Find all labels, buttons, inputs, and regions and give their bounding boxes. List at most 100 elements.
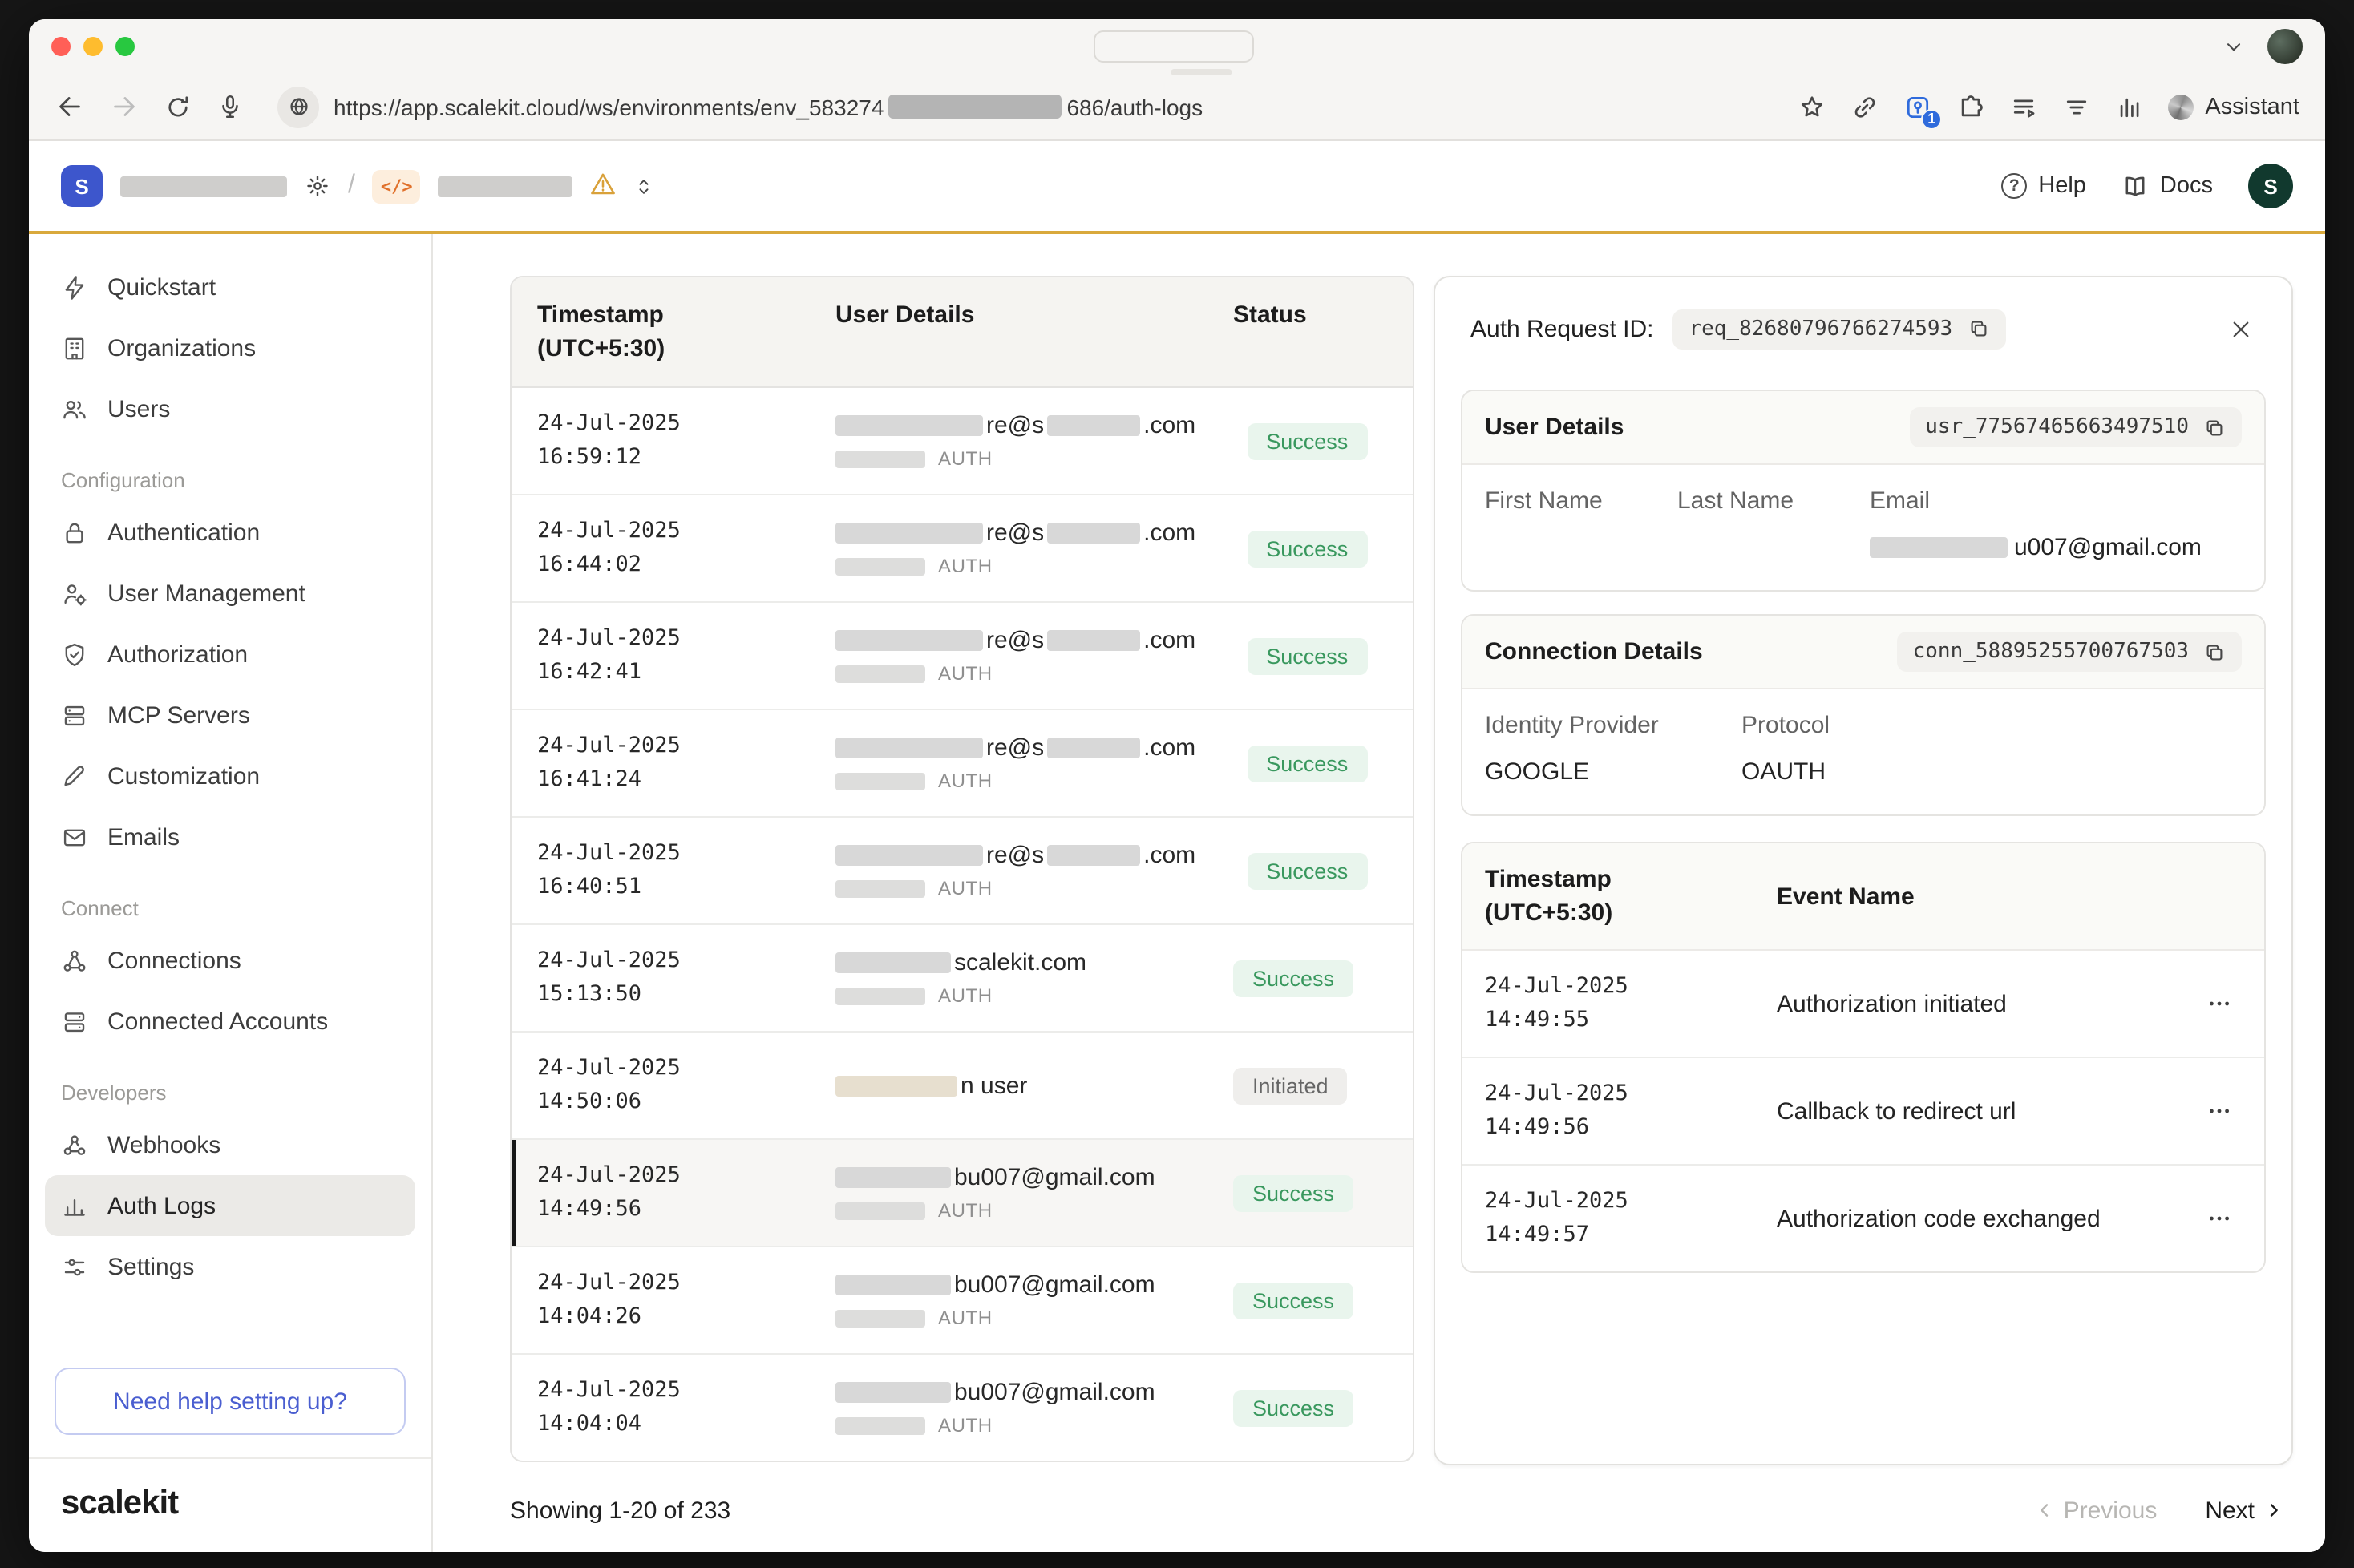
sidebar-item-authorization[interactable]: Authorization <box>45 624 415 685</box>
sidebar-item-connections[interactable]: Connections <box>45 930 415 991</box>
site-info-icon[interactable] <box>277 86 319 127</box>
connection-details-card: Connection Details conn_5889525570076750… <box>1461 614 2266 816</box>
minimize-window-button[interactable] <box>83 37 103 56</box>
email-redaction <box>835 738 983 758</box>
table-row[interactable]: 24-Jul-202516:40:51 re@s.com AUTH Succes… <box>512 818 1413 925</box>
showing-count: Showing 1-20 of 233 <box>510 1497 730 1524</box>
sidebar-item-label: Connected Accounts <box>107 1008 328 1035</box>
sidebar-item-webhooks[interactable]: Webhooks <box>45 1114 415 1175</box>
event-row[interactable]: 24-Jul-202514:49:56 Callback to redirect… <box>1462 1058 2264 1166</box>
sidebar-item-settings[interactable]: Settings <box>45 1236 415 1297</box>
microphone-icon[interactable] <box>216 93 244 120</box>
column-user-details: User Details <box>810 277 1207 386</box>
event-actions-menu-icon[interactable] <box>2197 984 2242 1023</box>
table-header: Timestamp(UTC+5:30) User Details Status <box>512 277 1413 388</box>
zoom-window-button[interactable] <box>115 37 135 56</box>
sidebar-section-configuration: Configuration <box>61 468 399 492</box>
sidebar-item-quickstart[interactable]: Quickstart <box>45 257 415 317</box>
email-redaction <box>835 1382 951 1403</box>
media-queue-icon[interactable] <box>2009 92 2038 121</box>
environment-name-redaction <box>439 176 573 196</box>
next-page-button[interactable]: Next <box>2205 1497 2283 1524</box>
status-badge: Success <box>1233 1282 1353 1319</box>
event-actions-menu-icon[interactable] <box>2197 1199 2242 1238</box>
email-redaction <box>1047 523 1140 544</box>
status-badge: Success <box>1247 745 1367 782</box>
email-redaction <box>1047 630 1140 651</box>
sidebar-item-customization[interactable]: Customization <box>45 746 415 806</box>
password-extension-icon[interactable]: 1 <box>1903 92 1932 121</box>
email-redaction <box>1047 738 1140 758</box>
sidebar-item-label: MCP Servers <box>107 701 250 729</box>
help-button[interactable]: ? Help <box>2001 173 2086 199</box>
table-row[interactable]: 24-Jul-202514:04:04 bu007@gmail.com AUTH… <box>512 1355 1413 1461</box>
close-icon[interactable] <box>2218 306 2263 351</box>
email-redaction <box>835 952 951 973</box>
assistant-button[interactable]: Assistant <box>2168 94 2299 119</box>
help-label: Help <box>2038 173 2086 199</box>
tab-outline <box>1094 30 1254 63</box>
extension-puzzle-icon[interactable] <box>1956 92 1985 121</box>
forward-icon[interactable] <box>109 91 140 122</box>
table-row[interactable]: 24-Jul-202515:13:50 scalekit.com AUTH Su… <box>512 925 1413 1033</box>
event-row[interactable]: 24-Jul-202514:49:57 Authorization code e… <box>1462 1166 2264 1271</box>
reload-icon[interactable] <box>164 92 192 121</box>
sidebar-item-authentication[interactable]: Authentication <box>45 502 415 563</box>
table-row-selected[interactable]: 24-Jul-202514:49:56 bu007@gmail.com AUTH… <box>512 1140 1413 1247</box>
user-redaction <box>835 1075 957 1096</box>
email-redaction <box>1047 845 1140 866</box>
table-row[interactable]: 24-Jul-202516:44:02 re@s.com AUTH Succes… <box>512 495 1413 603</box>
sidebar-item-user-management[interactable]: User Management <box>45 563 415 624</box>
sidebar-item-mcp-servers[interactable]: MCP Servers <box>45 685 415 746</box>
close-window-button[interactable] <box>51 37 71 56</box>
user-details-title: User Details <box>1485 414 1624 441</box>
status-badge: Success <box>1233 1389 1353 1426</box>
event-actions-menu-icon[interactable] <box>2197 1092 2242 1130</box>
user-gear-icon <box>61 580 88 607</box>
workspace-avatar[interactable]: S <box>61 165 103 207</box>
copy-link-icon[interactable] <box>1850 92 1879 121</box>
filter-lines-icon[interactable] <box>2062 92 2091 121</box>
sidebar-item-label: Quickstart <box>107 273 216 301</box>
desktop-background: https://app.scalekit.cloud/ws/environmen… <box>0 0 2354 1568</box>
table-row[interactable]: 24-Jul-202516:59:12 re@s.com AUTH Succes… <box>512 388 1413 495</box>
sidebar-item-organizations[interactable]: Organizations <box>45 317 415 378</box>
building-icon <box>61 334 88 362</box>
previous-page-button[interactable]: Previous <box>2035 1497 2158 1524</box>
sidebar-item-auth-logs[interactable]: Auth Logs <box>45 1175 415 1236</box>
bookmark-star-icon[interactable] <box>1798 92 1826 121</box>
event-row[interactable]: 24-Jul-202514:49:55 Authorization initia… <box>1462 951 2264 1058</box>
environment-switcher-chevrons-icon[interactable] <box>634 174 655 198</box>
workspace-settings-gear-icon[interactable] <box>305 173 330 199</box>
table-footer: Showing 1-20 of 233 Previous Next <box>433 1469 2325 1552</box>
user-avatar[interactable]: S <box>2248 164 2293 208</box>
docs-book-icon <box>2121 172 2149 200</box>
docs-button[interactable]: Docs <box>2121 172 2213 200</box>
histogram-icon[interactable] <box>2115 92 2144 121</box>
connection-redaction <box>835 1202 925 1219</box>
url-text[interactable]: https://app.scalekit.cloud/ws/environmen… <box>334 94 1203 119</box>
identity-provider-value: GOOGLE <box>1485 758 1741 786</box>
protocol-value: OAUTH <box>1741 758 2242 786</box>
table-row[interactable]: 24-Jul-202514:04:26 bu007@gmail.com AUTH… <box>512 1247 1413 1355</box>
column-timestamp: Timestamp(UTC+5:30) <box>512 277 810 386</box>
status-badge: Success <box>1247 637 1367 674</box>
copy-icon[interactable] <box>1967 317 1989 340</box>
back-icon[interactable] <box>55 91 85 122</box>
email-redaction <box>1870 537 2008 558</box>
sidebar-item-connected-accounts[interactable]: Connected Accounts <box>45 991 415 1052</box>
table-row[interactable]: 24-Jul-202516:42:41 re@s.com AUTH Succes… <box>512 603 1413 710</box>
copy-icon[interactable] <box>2203 416 2226 438</box>
copy-icon[interactable] <box>2203 641 2226 663</box>
sidebar-item-emails[interactable]: Emails <box>45 806 415 867</box>
connection-id-value: conn_58895255700767503 <box>1913 640 2189 664</box>
address-bar[interactable]: https://app.scalekit.cloud/ws/environmen… <box>277 86 1774 127</box>
users-icon <box>61 395 88 422</box>
chevron-down-icon[interactable] <box>2223 35 2245 58</box>
table-row[interactable]: 24-Jul-202516:41:24 re@s.com AUTH Succes… <box>512 710 1413 818</box>
browser-profile-avatar[interactable] <box>2267 29 2303 64</box>
sidebar-item-users[interactable]: Users <box>45 378 415 439</box>
table-row[interactable]: 24-Jul-202514:50:06 n user Initiated <box>512 1033 1413 1140</box>
sidebar-item-label: Emails <box>107 823 180 851</box>
need-help-button[interactable]: Need help setting up? <box>55 1368 406 1435</box>
